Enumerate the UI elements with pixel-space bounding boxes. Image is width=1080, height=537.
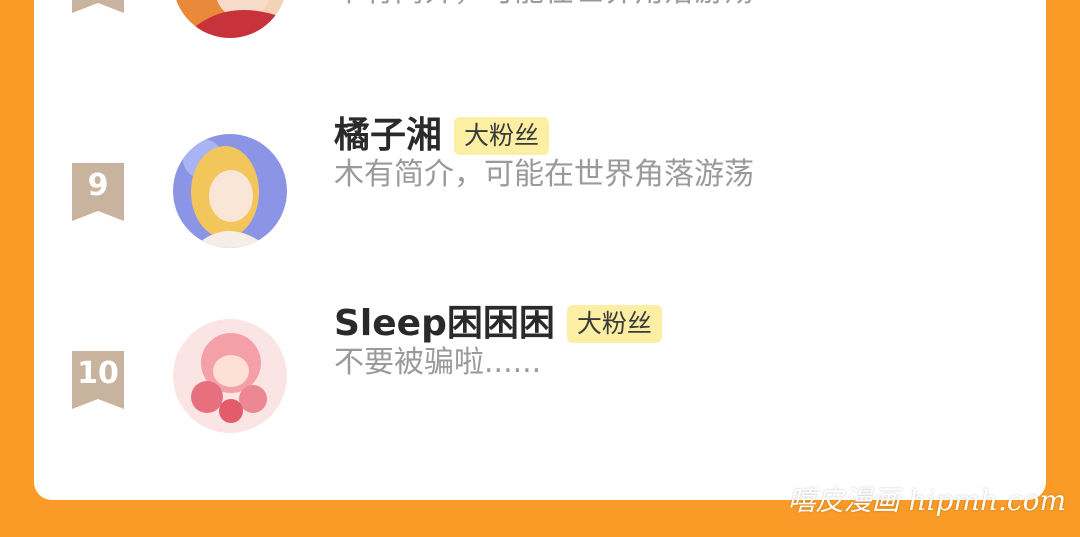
list-item[interactable]: 8 木有简介，可能在世界角落游荡 [34, 0, 1046, 42]
list-item[interactable]: 10 Sleep困困困 大粉丝 不要被骗啦...... [34, 303, 1046, 438]
user-bio: 木有简介，可能在世界角落游荡 [334, 157, 754, 192]
rank-badge: 10 [72, 351, 124, 409]
user-name[interactable]: Sleep困困困 [334, 301, 555, 347]
avatar[interactable] [173, 319, 287, 433]
user-bio: 不要被骗啦...... [334, 345, 542, 380]
avatar[interactable] [173, 0, 287, 38]
rank-number: 10 [77, 356, 119, 391]
rank-number: 9 [87, 168, 109, 203]
user-bio: 木有简介，可能在世界角落游荡 [334, 0, 754, 12]
fan-ranking-card: 8 木有简介，可能在世界角落游荡 9 [34, 0, 1046, 500]
user-name[interactable]: 橘子湘 [334, 113, 442, 159]
avatar[interactable] [173, 134, 287, 248]
list-item[interactable]: 9 橘子湘 大粉丝 木有简介，可能在世界角落游荡 [34, 115, 1046, 250]
site-watermark: 嘻皮漫画 hipmh.com [787, 484, 1066, 517]
name-line: Sleep困困困 大粉丝 [334, 301, 662, 347]
rank-ribbon-icon [72, 0, 124, 13]
fan-level-badge: 大粉丝 [454, 117, 550, 155]
name-line: 橘子湘 大粉丝 [334, 113, 550, 159]
fan-level-badge: 大粉丝 [566, 305, 662, 343]
rank-badge: 9 [72, 163, 124, 221]
rank-badge: 8 [72, 0, 124, 13]
